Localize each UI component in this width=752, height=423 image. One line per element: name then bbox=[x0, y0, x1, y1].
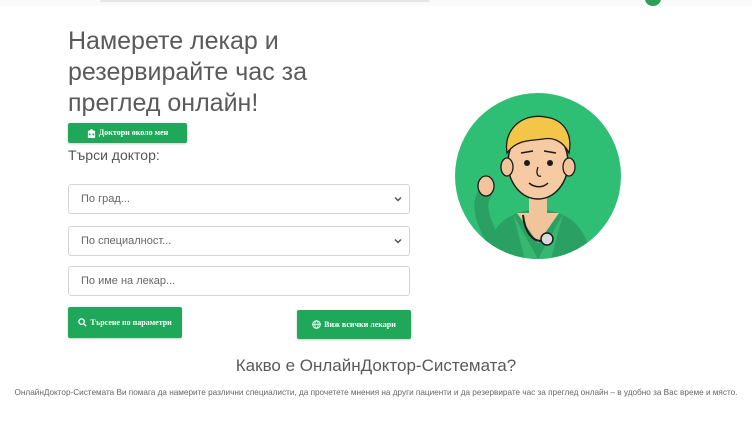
globe-icon bbox=[312, 320, 321, 329]
hospital-icon bbox=[87, 128, 95, 138]
specialty-select[interactable]: По специалност... bbox=[68, 226, 410, 256]
user-avatar[interactable] bbox=[645, 0, 661, 6]
city-select[interactable]: По град... bbox=[68, 184, 410, 214]
doctors-near-me-button[interactable]: Доктори около мен bbox=[68, 123, 187, 143]
top-navbar bbox=[0, 0, 752, 6]
city-select-value: По град... bbox=[81, 193, 130, 205]
specialty-select-value: По специалност... bbox=[81, 235, 172, 247]
doctor-name-input[interactable]: По име на лекар... bbox=[68, 266, 410, 296]
search-label: Търси доктор: bbox=[68, 147, 160, 163]
hero-title: Намерете лекар и резервирайте час за пре… bbox=[68, 27, 308, 117]
doctors-near-me-label: Доктори около мен bbox=[98, 128, 169, 137]
about-text: ОнлайнДоктор-Системата Ви помага да наме… bbox=[14, 388, 738, 397]
chevron-down-icon bbox=[394, 196, 402, 202]
search-by-parameters-label: Търсене по параметри bbox=[90, 317, 172, 327]
doctor-illustration bbox=[455, 93, 621, 259]
chevron-down-icon bbox=[394, 238, 402, 244]
view-all-doctors-button[interactable]: Виж всички лекари bbox=[297, 310, 411, 339]
search-icon bbox=[78, 318, 87, 327]
search-by-parameters-button[interactable]: Търсене по параметри bbox=[68, 307, 182, 338]
doctor-name-placeholder: По име на лекар... bbox=[81, 275, 176, 287]
navbar-links[interactable] bbox=[100, 0, 430, 2]
about-title: Какво е ОнлайнДоктор-Системата? bbox=[235, 356, 517, 375]
view-all-doctors-label: Виж всички лекари bbox=[324, 319, 396, 329]
